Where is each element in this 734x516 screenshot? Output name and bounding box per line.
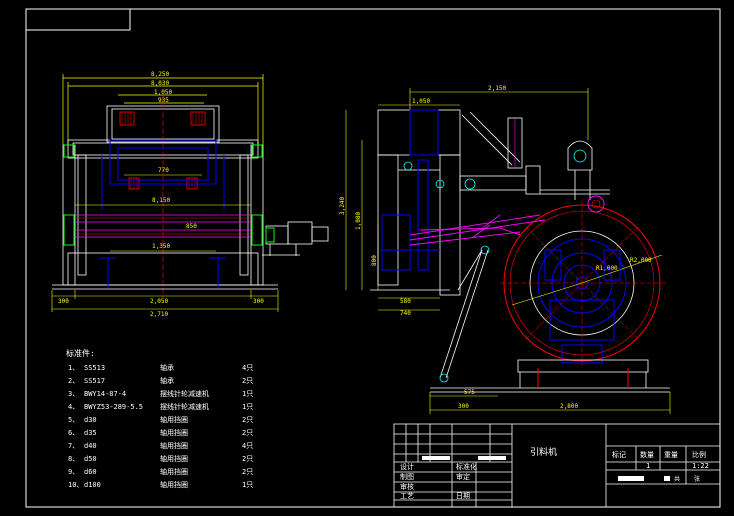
part-no: 3、 [68,390,79,398]
part-code: d100 [84,481,101,489]
part-no: 4、 [68,403,79,411]
part-qty: 1只 [242,481,253,489]
part-qty: 2只 [242,416,253,424]
parts-list: 标准件: 1、 SS513 轴承 4只 2、 SS517 轴承 2只 3、 BWY14-87-4 摆… [66,348,253,489]
part-code: BWYZ53-289-5.5 [84,403,143,411]
tb-standard: 标准化 [456,462,477,471]
dim-2710: 2,710 [150,311,168,318]
part-qty: 1只 [242,403,253,411]
part-qty: 4只 [242,442,253,450]
dim-side-1080: 1,080 [355,212,362,230]
dim-850: 850 [186,223,197,230]
tb-sheet-b: 张 [694,475,700,483]
tb-row-process: 工艺 [400,492,414,500]
dim-r1000: R1,000 [596,265,618,272]
part-code: d30 [84,416,97,424]
part-qty: 1只 [242,390,253,398]
dim-300-right: 300 [253,298,264,305]
part-qty: 2只 [242,468,253,476]
dim-8250: 8,250 [151,71,169,78]
dim-r2000: R2,000 [630,257,652,264]
dim-side-800: 800 [371,255,378,266]
parts-list-title: 标准件: [66,348,95,358]
dim-8030: 8,030 [151,80,169,87]
part-name: 轴用挡圈 [160,454,188,463]
part-name: 轴用挡圈 [160,428,188,437]
tb-scale: 1:22 [692,462,709,470]
dim-935: 935 [158,97,169,104]
dim-1050: 1,050 [154,89,172,96]
part-code: d60 [84,468,97,476]
dim-8150: 8,150 [152,197,170,204]
part-no: 8、 [68,455,79,463]
tb-date: 日期 [456,492,470,500]
tb-row-design: 设计 [400,462,414,471]
part-no: 6、 [68,429,79,437]
part-name: 摆线针轮减速机 [160,389,209,398]
tb-header-weight: 重量 [664,451,678,459]
part-name: 轴用挡圈 [160,467,188,476]
dim-2050: 2,050 [150,298,168,305]
part-no: 2、 [68,377,79,385]
part-name: 摆线针轮减速机 [160,402,209,411]
part-name: 轴用挡圈 [160,415,188,424]
front-view: 8,250 8,030 1,050 935 770 8,150 850 1,35… [51,71,329,318]
tb-approve: 审定 [456,472,470,481]
tb-row-check: 审核 [400,482,414,491]
dim-1350: 1,350 [152,243,170,250]
drawing-number-box [25,8,131,31]
tb-qty: 1 [646,462,650,470]
part-name: 轴用挡圈 [160,480,188,489]
part-code: d35 [84,429,97,437]
tb-header-scale: 比例 [692,450,706,459]
part-no: 7、 [68,442,79,450]
tb-row-draw: 制图 [400,472,414,481]
dim-side-300: 300 [458,403,469,410]
part-qty: 2只 [242,377,253,385]
dim-side-575: 575 [464,389,475,396]
title-block: 设计 制图 审核 工艺 标准化 审定 日期 引料机 标记 数量 重量 比例 1 … [393,423,721,508]
part-code: SS517 [84,377,105,385]
dim-side-2150: 2,150 [488,85,506,92]
dim-side-740: 740 [400,310,411,317]
part-qty: 4只 [242,364,253,372]
dim-300-left: 300 [58,298,69,305]
dim-side-2800: 2,800 [560,403,578,410]
part-no: 5、 [68,416,79,424]
dim-side-3240: 3,240 [339,197,346,215]
part-qty: 2只 [242,429,253,437]
part-name: 轴承 [160,363,174,372]
part-code: BWY14-87-4 [84,390,126,398]
tb-header-qty: 数量 [640,450,654,459]
part-code: SS513 [84,364,105,372]
cad-drawing: 8,250 8,030 1,050 935 770 8,150 850 1,35… [25,8,721,508]
part-name: 轴用挡圈 [160,441,188,450]
dim-side-580: 580 [400,298,411,305]
part-no: 10、 [68,481,83,489]
tb-header-mark: 标记 [612,450,626,459]
dim-770: 770 [158,167,169,174]
side-view: 1,050 2,150 3,240 1,080 800 R1,000 R2,00… [339,85,671,414]
dim-side-1050: 1,050 [412,98,430,105]
part-no: 1、 [68,364,79,372]
part-name: 轴承 [160,376,174,385]
tb-sheet-a: 共 [674,475,680,483]
part-no: 9、 [68,468,79,476]
part-code: d40 [84,442,97,450]
part-qty: 2只 [242,455,253,463]
drawing-name: 引料机 [530,446,557,458]
part-code: d50 [84,455,97,463]
